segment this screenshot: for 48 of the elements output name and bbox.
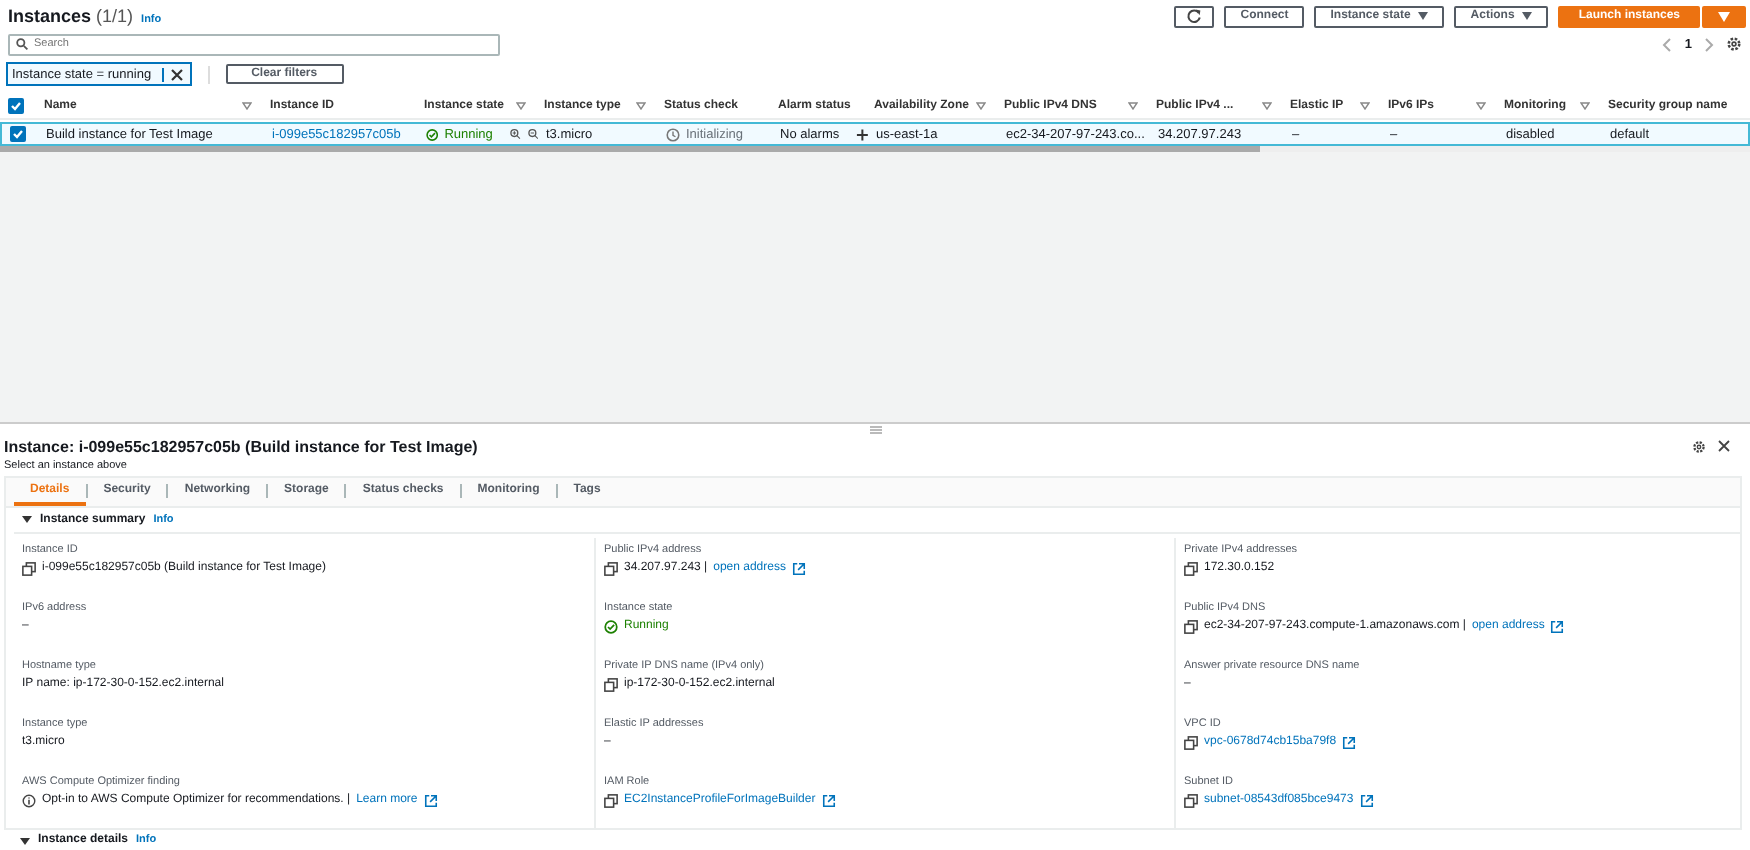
filter-icon[interactable] [1360,102,1370,110]
close-icon[interactable] [161,67,184,81]
filter-icon[interactable] [242,102,252,110]
external-link-icon[interactable] [1359,793,1374,808]
caret-icon [1718,11,1730,21]
launch-dropdown-button[interactable] [1702,5,1746,27]
copy-icon[interactable] [1184,619,1198,634]
expand-caret-icon[interactable] [20,835,30,846]
check-circle-icon [604,619,618,634]
filter-icon[interactable] [1580,102,1590,110]
copy-icon[interactable] [1184,735,1198,750]
external-link-icon[interactable] [821,793,836,808]
copy-icon[interactable] [22,561,36,576]
check-circle-icon [426,127,439,141]
copy-icon[interactable] [604,793,618,808]
filter-icon[interactable] [1476,102,1486,110]
external-link-icon[interactable] [423,793,438,808]
plus-icon[interactable] [855,127,868,141]
settings-icon[interactable] [1726,36,1742,52]
panel-title: Instance: i-099e55c182957c05b (Build instance for Test Image) [4,437,478,456]
select-all-checkbox[interactable] [8,98,24,114]
filter-icon[interactable] [1128,102,1138,110]
zoom-in-icon[interactable] [510,128,522,140]
external-link-icon[interactable] [1342,735,1357,750]
filter-icon[interactable] [1262,102,1272,110]
row-checkbox[interactable] [10,126,26,142]
drag-handle-icon[interactable] [869,426,881,434]
copy-icon[interactable] [1184,793,1198,808]
filter-icon[interactable] [636,102,646,110]
external-link-icon[interactable] [791,561,806,576]
expand-caret-icon[interactable] [22,514,32,525]
refresh-icon [1186,8,1203,24]
caret-icon [1522,12,1533,20]
external-link-icon[interactable] [1550,619,1565,634]
pending-icon [666,127,680,141]
copy-icon[interactable] [604,677,618,692]
page-title: Instances (1/1) [8,6,134,26]
settings-icon[interactable] [1692,439,1706,454]
copy-icon[interactable] [604,561,618,576]
search-icon [16,37,28,49]
zoom-out-icon[interactable] [527,128,538,140]
filter-icon[interactable] [516,102,526,110]
caret-icon [1418,12,1429,20]
copy-icon[interactable] [1184,561,1198,576]
refresh-button[interactable] [1174,5,1215,27]
filter-icon[interactable] [976,102,986,110]
close-icon[interactable] [1718,440,1730,453]
info-icon [22,793,36,808]
